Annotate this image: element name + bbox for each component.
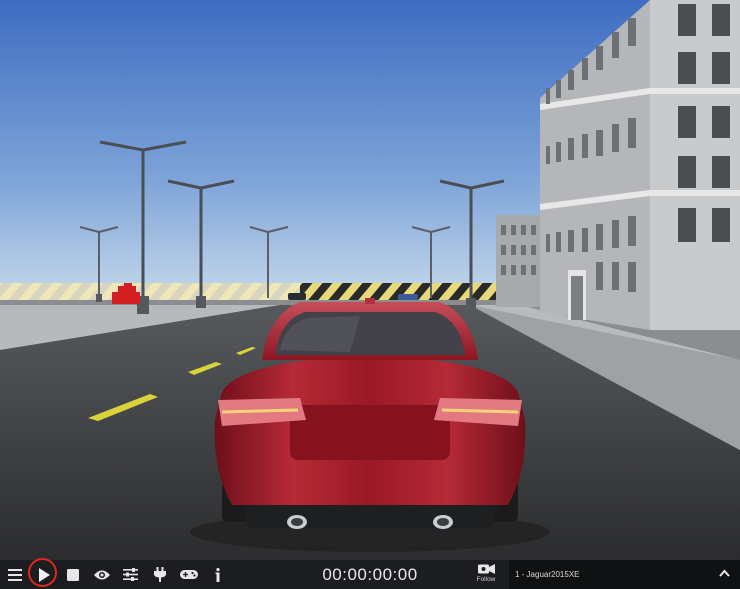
simulation-timer: 00:00:00:00 — [322, 565, 418, 584]
play-button[interactable] — [28, 558, 58, 589]
eye-icon — [93, 570, 110, 579]
settings-button[interactable] — [116, 560, 145, 589]
simulation-viewport[interactable] — [0, 0, 740, 560]
follow-label: Follow — [476, 576, 496, 583]
vehicle-selector[interactable]: 1 - Jaguar2015XE — [509, 560, 740, 589]
follow-camera-button[interactable]: Follow — [470, 563, 502, 589]
sliders-icon — [123, 568, 138, 581]
stop-icon — [66, 568, 79, 581]
3d-scene — [0, 0, 740, 560]
bottom-toolbar: 00:00:00:00 Follow 1 - Jaguar2015XE — [0, 558, 740, 589]
stop-button[interactable] — [58, 560, 87, 589]
info-button[interactable] — [203, 560, 232, 589]
gamepad-icon — [179, 570, 198, 579]
plug-icon — [153, 567, 166, 582]
menu-button[interactable] — [0, 560, 29, 589]
plugins-button[interactable] — [145, 560, 174, 589]
menu-icon — [7, 568, 22, 581]
play-icon — [38, 567, 50, 582]
info-icon — [215, 567, 220, 582]
camera-icon — [477, 564, 495, 574]
chevron-up-icon[interactable] — [719, 569, 730, 577]
vehicle-label: 1 - Jaguar2015XE — [515, 570, 580, 579]
controller-button[interactable] — [174, 560, 203, 589]
visibility-button[interactable] — [87, 560, 116, 589]
